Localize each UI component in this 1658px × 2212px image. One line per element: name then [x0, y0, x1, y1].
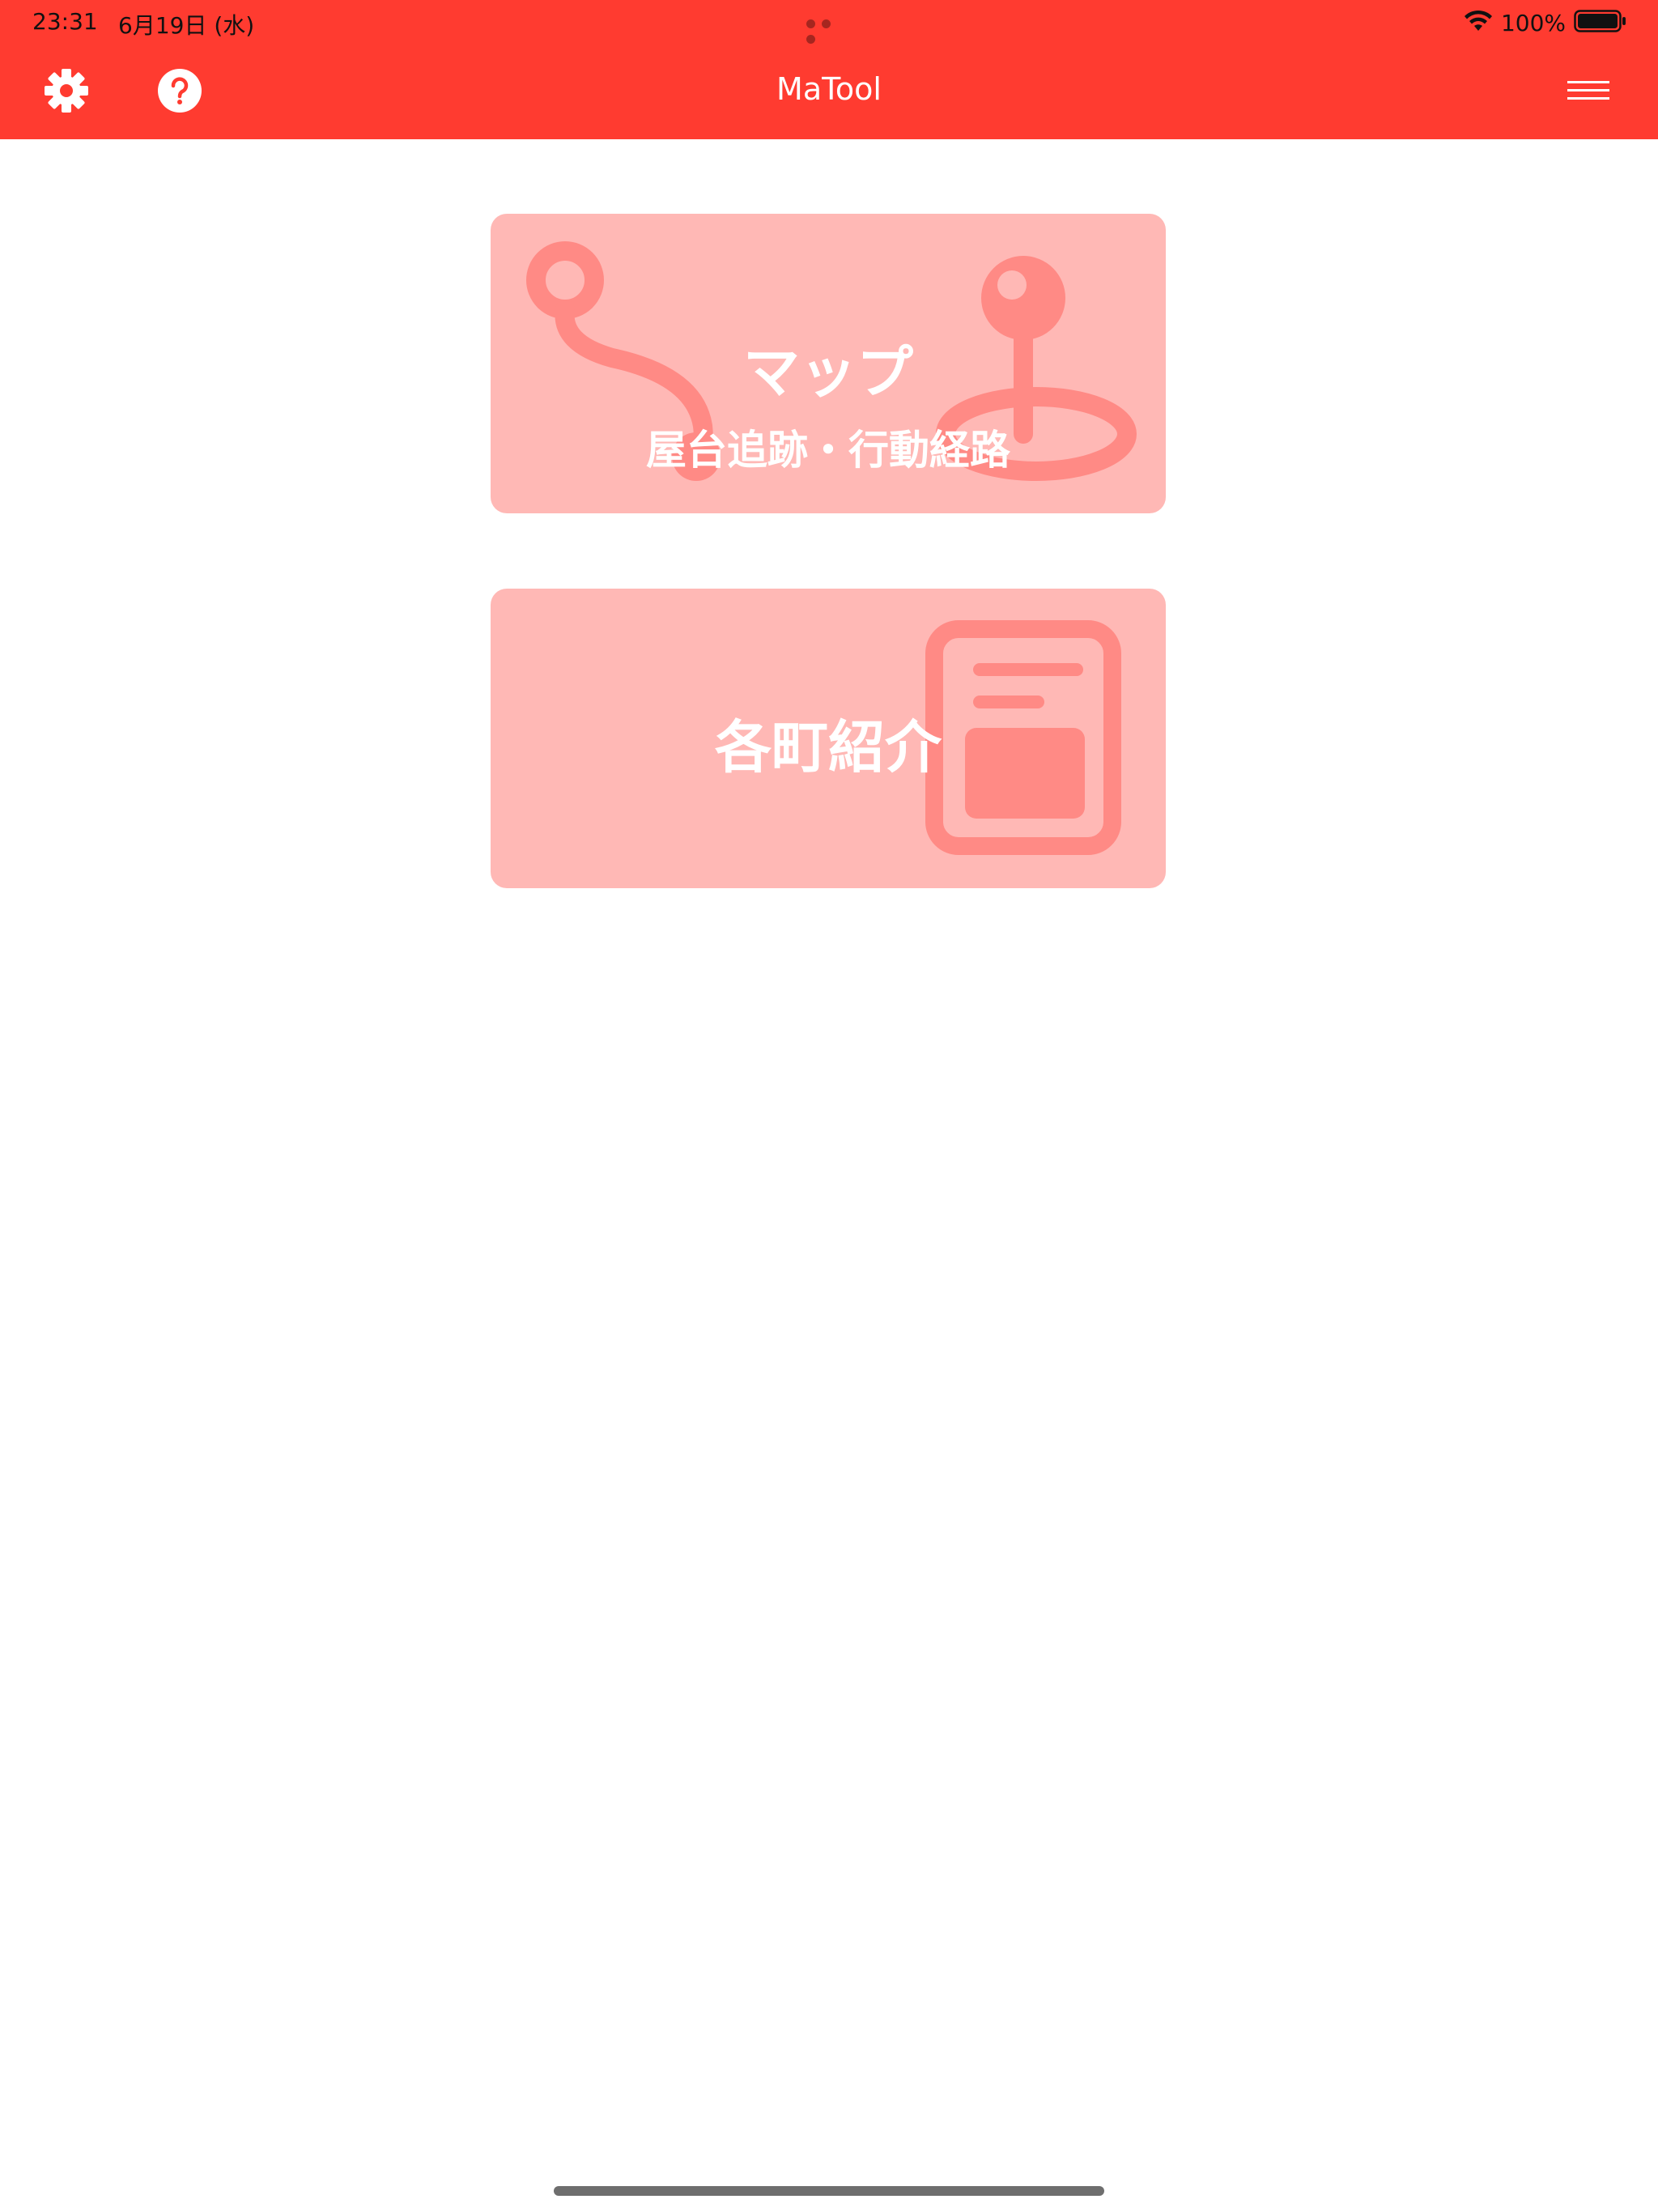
battery-icon: [1574, 9, 1627, 36]
town-intro-card[interactable]: 各町紹介: [491, 589, 1166, 888]
map-card-title: マップ: [743, 339, 913, 406]
status-bar: 23:31 6月19日 (水) 100%: [0, 0, 1658, 45]
status-time: 23:31: [32, 8, 98, 35]
map-card-subtitle: 屋台追跡・行動経路: [646, 427, 1010, 474]
map-card[interactable]: マップ 屋台追跡・行動経路: [491, 214, 1166, 513]
battery-percent: 100%: [1500, 9, 1566, 36]
menu-icon[interactable]: [1564, 66, 1613, 115]
town-intro-card-title: 各町紹介: [715, 714, 942, 781]
top-bar: 23:31 6月19日 (水) 100% MaTool: [0, 0, 1658, 139]
navigation-bar: MaTool: [0, 45, 1658, 139]
wifi-icon: [1464, 10, 1493, 36]
home-indicator[interactable]: [554, 2186, 1104, 2196]
status-date: 6月19日 (水): [118, 12, 255, 39]
page-title: MaTool: [776, 71, 882, 107]
multitasking-dots-icon[interactable]: [806, 16, 852, 44]
status-right: 100%: [1464, 6, 1627, 39]
app-root: 23:31 6月19日 (水) 100% MaTool マップ 屋台追跡・行動経…: [0, 0, 1658, 2212]
